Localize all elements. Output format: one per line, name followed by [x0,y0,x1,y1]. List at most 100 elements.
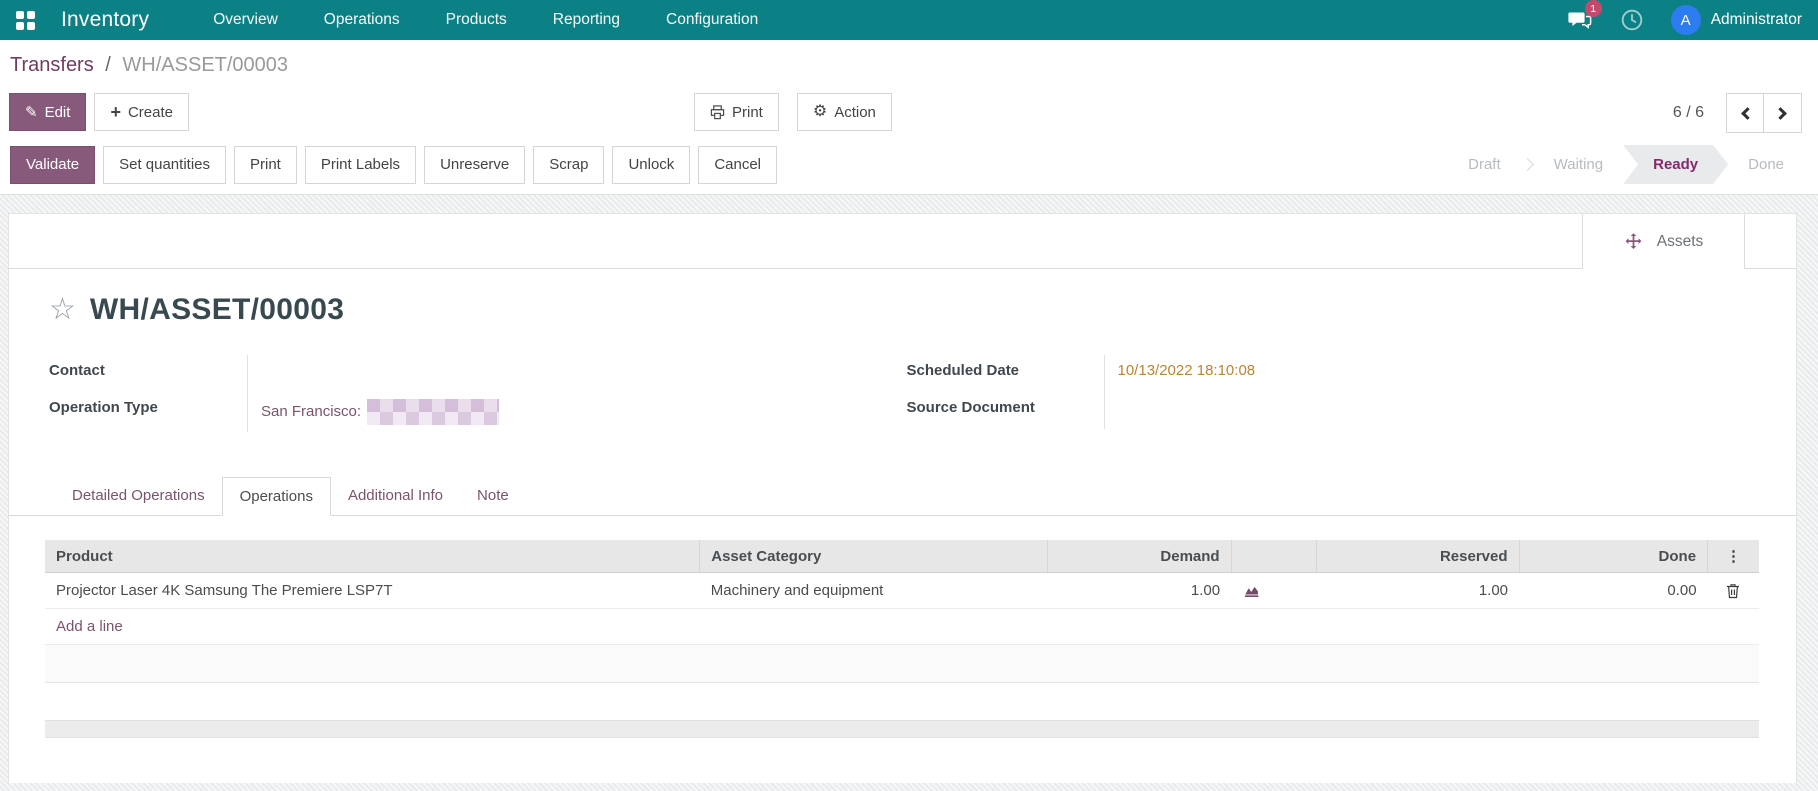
operation-type-link[interactable]: San Francisco: [261,403,361,420]
cancel-button[interactable]: Cancel [698,145,778,184]
create-button-label: Create [127,103,173,121]
breadcrumb-current: WH/ASSET/00003 [122,54,289,76]
print-labels-button[interactable]: Print Labels [304,145,417,184]
state-done[interactable]: Done [1728,147,1804,182]
unlock-button[interactable]: Unlock [612,145,691,184]
avatar: A [1670,5,1701,35]
section-divider [45,720,1759,738]
plus-icon: + [110,102,121,122]
optional-columns-icon[interactable]: ⋮ [1726,548,1741,565]
status-row: Validate Set quantities Print Print Labe… [8,145,1810,194]
scheduled-date-value[interactable]: 10/13/2022 18:10:08 [1118,362,1256,379]
operation-type-value[interactable]: San Francisco: [247,392,899,432]
chevron-left-icon [1740,106,1754,120]
printer-icon [710,104,725,119]
cell-product[interactable]: Projector Laser 4K Samsung The Premiere … [45,572,700,609]
cell-done[interactable]: 0.00 [1519,572,1708,609]
control-panel: Transfers / WH/ASSET/00003 ✎ Edit + Crea… [0,40,1818,195]
menu-operations[interactable]: Operations [322,1,402,39]
edit-button-label: Edit [44,103,71,121]
status-pipeline: Draft Waiting Ready Done [1448,145,1804,184]
tab-detailed-operations[interactable]: Detailed Operations [55,477,222,516]
table-row[interactable]: Projector Laser 4K Samsung The Premiere … [45,572,1759,609]
scheduled-date-label: Scheduled Date [906,362,1020,379]
tab-operations[interactable]: Operations [221,477,331,516]
user-menu[interactable]: A Administrator [1670,5,1802,35]
cell-demand[interactable]: 1.00 [1047,572,1232,609]
add-a-line-link[interactable]: Add a line [56,618,123,635]
notebook-tabs: Detailed Operations Operations Additiona… [9,476,1796,516]
contact-label: Contact [49,362,105,379]
add-line-row: Add a line [45,608,1759,645]
col-header-demand[interactable]: Demand [1047,540,1232,573]
table-header-row: Product Asset Category Demand Reserved D… [45,540,1759,573]
unreserve-button[interactable]: Unreserve [424,145,526,184]
operation-type-label: Operation Type [49,399,158,416]
validate-button[interactable]: Validate [10,145,96,184]
col-header-spacer [1230,540,1317,573]
move-arrows-icon [1625,233,1642,250]
redacted-text [367,399,500,425]
breadcrumb-transfers-link[interactable]: Transfers [10,54,94,76]
gear-icon: ⚙ [812,103,828,120]
col-header-product[interactable]: Product [45,540,700,573]
state-waiting[interactable]: Waiting [1534,147,1623,182]
breadcrumb-separator: / [105,54,111,76]
menu-overview[interactable]: Overview [211,1,280,39]
source-document-value[interactable] [1103,392,1757,429]
chevron-right-icon [1774,106,1787,120]
action-row: ✎ Edit + Create Print ⚙ Action 6 / 6 [8,93,1810,133]
col-header-done[interactable]: Done [1518,540,1708,573]
main-menu: Overview Operations Products Reporting C… [211,1,760,39]
state-draft[interactable]: Draft [1448,147,1521,182]
apps-menu-icon[interactable] [16,10,35,30]
tab-note[interactable]: Note [460,477,526,516]
edit-button[interactable]: ✎ Edit [9,93,87,131]
state-ready[interactable]: Ready [1623,145,1728,184]
messages-count-badge: 1 [1584,0,1602,17]
delete-row-icon[interactable] [1726,583,1740,599]
app-brand[interactable]: Inventory [61,8,149,32]
col-header-asset-category[interactable]: Asset Category [699,540,1048,573]
pager-next-button[interactable] [1764,93,1802,133]
messages-icon[interactable]: 1 [1567,0,1602,33]
operations-list: Product Asset Category Demand Reserved D… [45,540,1759,738]
button-box: Assets [9,214,1796,269]
menu-products[interactable]: Products [444,1,509,39]
menu-reporting[interactable]: Reporting [551,1,622,39]
assets-smart-button-label: Assets [1656,232,1704,250]
source-document-label: Source Document [906,399,1035,416]
pager-previous-button[interactable] [1726,93,1764,133]
print-button[interactable]: Print [694,93,779,131]
print-button-label: Print [732,103,763,121]
top-navbar: Inventory Overview Operations Products R… [0,0,1818,40]
form-sheet: Assets ☆ WH/ASSET/00003 Contact Operatio… [8,213,1797,783]
favorite-star-icon[interactable]: ☆ [49,295,76,325]
menu-configuration[interactable]: Configuration [664,1,760,39]
user-name: Administrator [1710,11,1802,28]
pager-count: 6 / 6 [1672,104,1704,121]
set-quantities-button[interactable]: Set quantities [103,145,226,184]
create-button[interactable]: + Create [94,93,189,131]
pencil-icon: ✎ [25,104,38,121]
action-button-label: Action [834,103,876,121]
assets-smart-button[interactable]: Assets [1582,214,1745,269]
state-separator-icon [1520,158,1534,171]
scrap-button[interactable]: Scrap [533,145,605,184]
col-header-reserved[interactable]: Reserved [1316,540,1520,573]
field-groups: Contact Operation Type San Francisco: Sc… [9,355,1796,432]
navbar-right: 1 A Administrator [1567,0,1802,35]
action-button[interactable]: ⚙ Action [796,93,892,131]
cell-reserved[interactable]: 1.00 [1316,572,1520,609]
print-status-button[interactable]: Print [234,145,297,184]
breadcrumb: Transfers / WH/ASSET/00003 [10,54,1810,77]
activities-clock-icon[interactable] [1619,7,1645,33]
record-title: WH/ASSET/00003 [89,293,345,326]
cell-asset-category[interactable]: Machinery and equipment [699,572,1048,609]
forecast-chart-icon[interactable] [1244,583,1262,598]
contact-value[interactable] [247,355,899,392]
pager: 6 / 6 [1673,93,1802,133]
empty-row [45,683,1759,720]
empty-row-stripe [45,645,1759,683]
tab-additional-info[interactable]: Additional Info [331,477,460,516]
